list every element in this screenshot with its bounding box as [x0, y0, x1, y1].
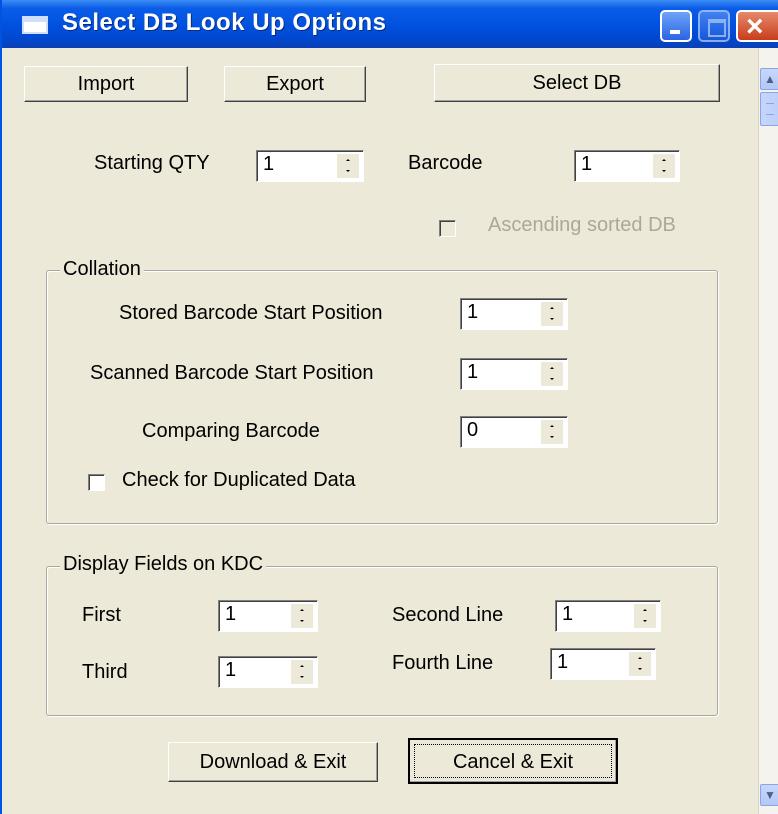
scroll-down-icon[interactable]: ▼ — [760, 784, 778, 806]
barcode-label: Barcode — [408, 152, 483, 174]
scanned-barcode-value: 1 — [467, 361, 479, 383]
spin-down-icon[interactable] — [291, 616, 313, 628]
spin-down-icon[interactable] — [629, 664, 651, 676]
second-line-value: 1 — [562, 603, 574, 625]
second-line-spinner[interactable]: 1 — [555, 600, 661, 632]
import-button-label: Import — [77, 73, 135, 95]
third-line-spinner[interactable]: 1 — [218, 656, 318, 688]
cancel-exit-button[interactable]: Cancel & Exit — [408, 738, 618, 784]
first-line-spinner[interactable]: 1 — [218, 600, 318, 632]
spin-down-icon[interactable] — [291, 672, 313, 684]
spin-down-icon[interactable] — [541, 314, 563, 326]
fourth-line-label: Fourth Line — [392, 652, 494, 674]
download-exit-button-label: Download & Exit — [199, 751, 347, 773]
vertical-scrollbar[interactable]: ▲ ▼ — [758, 48, 778, 814]
scroll-up-icon[interactable]: ▲ — [760, 68, 778, 90]
first-line-value: 1 — [225, 603, 237, 625]
barcode-spinner[interactable]: 1 — [574, 150, 680, 182]
minimize-button[interactable] — [660, 10, 692, 42]
stored-barcode-value: 1 — [467, 301, 479, 323]
import-button[interactable]: Import — [24, 66, 188, 102]
duplicated-data-label: Check for Duplicated Data — [122, 469, 356, 491]
first-line-label: First — [82, 604, 121, 626]
export-button[interactable]: Export — [224, 66, 366, 102]
starting-qty-label: Starting QTY — [94, 152, 210, 174]
spin-down-icon[interactable] — [541, 374, 563, 386]
display-fields-group — [46, 566, 718, 716]
duplicated-data-checkbox[interactable] — [88, 474, 105, 491]
scanned-barcode-spinner[interactable]: 1 — [460, 358, 568, 390]
select-db-button[interactable]: Select DB — [434, 64, 720, 102]
stored-barcode-spinner[interactable]: 1 — [460, 298, 568, 330]
comparing-barcode-value: 0 — [467, 419, 479, 441]
starting-qty-value: 1 — [263, 153, 275, 175]
fourth-line-spinner[interactable]: 1 — [550, 648, 656, 680]
second-line-label: Second Line — [392, 604, 504, 626]
scanned-barcode-label: Scanned Barcode Start Position — [90, 362, 374, 384]
select-db-button-label: Select DB — [532, 72, 622, 94]
dialog-window: Select DB Look Up Options × Import Expor… — [0, 0, 778, 814]
collation-group-title: Collation — [60, 258, 144, 281]
download-exit-button[interactable]: Download & Exit — [168, 742, 378, 782]
close-icon: × — [746, 10, 764, 43]
window-title: Select DB Look Up Options — [62, 9, 387, 36]
export-button-label: Export — [266, 73, 324, 95]
comparing-barcode-spinner[interactable]: 0 — [460, 416, 568, 448]
spin-down-icon[interactable] — [541, 432, 563, 444]
title-bar[interactable]: Select DB Look Up Options × — [2, 0, 778, 48]
close-button[interactable]: × — [736, 10, 778, 43]
display-fields-group-title: Display Fields on KDC — [60, 553, 267, 576]
spin-down-icon[interactable] — [634, 616, 656, 628]
third-line-label: Third — [82, 661, 128, 683]
spin-down-icon[interactable] — [337, 166, 359, 178]
window-icon — [22, 16, 48, 34]
maximize-button — [698, 10, 730, 42]
ascending-sorted-label: Ascending sorted DB — [488, 214, 676, 236]
third-line-value: 1 — [225, 659, 237, 681]
focus-ring — [414, 744, 612, 778]
ascending-sorted-checkbox — [439, 220, 456, 237]
fourth-line-value: 1 — [557, 651, 569, 673]
stored-barcode-label: Stored Barcode Start Position — [119, 302, 383, 324]
spin-down-icon[interactable] — [653, 166, 675, 178]
starting-qty-spinner[interactable]: 1 — [256, 150, 364, 182]
comparing-barcode-label: Comparing Barcode — [142, 420, 320, 442]
barcode-value: 1 — [581, 153, 593, 175]
scroll-thumb[interactable] — [760, 92, 778, 126]
